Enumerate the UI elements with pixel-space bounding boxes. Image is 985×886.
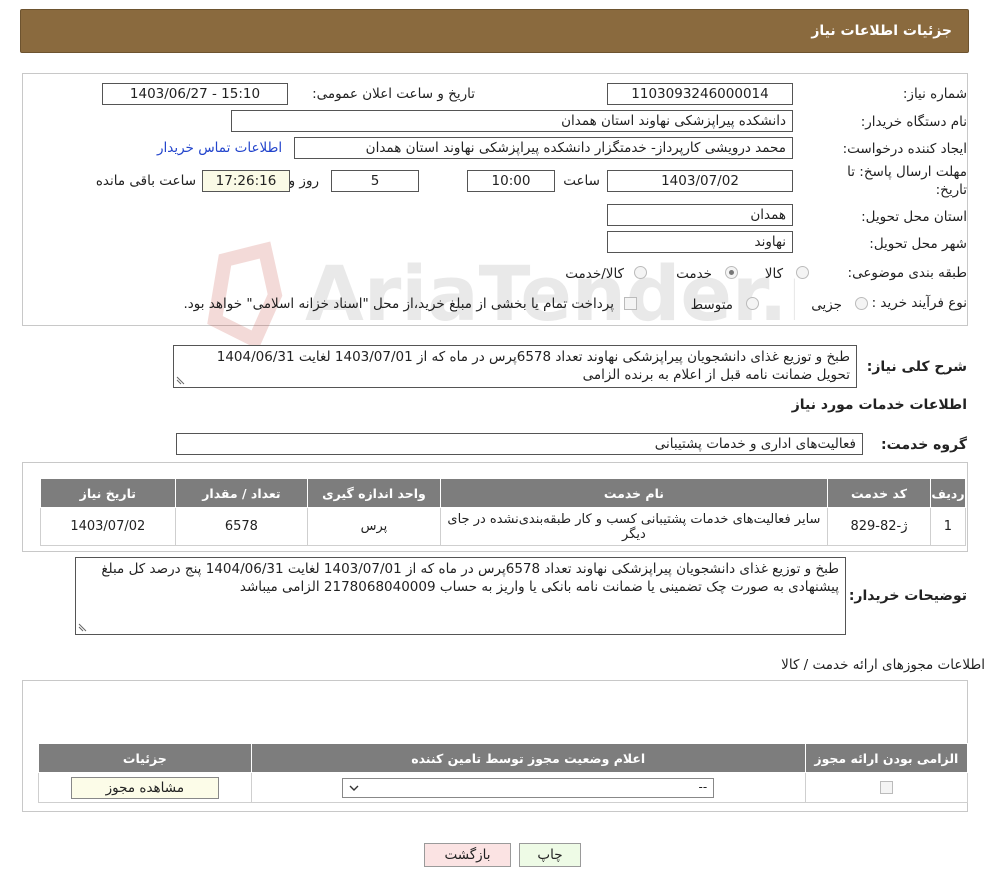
page-header: جزئیات اطلاعات نیاز [20, 9, 969, 53]
service-group-field: فعالیت‌های اداری و خدمات پشتیبانی [176, 433, 863, 455]
cell-unit: پرس [307, 507, 441, 546]
buyer-org-field: دانشکده پیراپزشکی نهاوند استان همدان [231, 110, 793, 132]
col-code: کد خدمت [827, 478, 931, 508]
cell-details: مشاهده مجوز [38, 772, 252, 803]
cell-date: 1403/07/02 [40, 507, 176, 546]
cell-code: ژ-82-829 [827, 507, 931, 546]
city-field: نهاوند [607, 231, 793, 253]
category-option-service: خدمت [676, 266, 712, 282]
creator-field: محمد درویشی کارپرداز- خدمتگزار دانشکده پ… [294, 137, 793, 159]
permit-status-select[interactable]: -- [342, 777, 715, 798]
col-index: ردیف [929, 478, 967, 508]
remaining-time-field: 17:26:16 [202, 170, 290, 192]
process-radio-minor[interactable] [855, 297, 868, 310]
deadline-label: مهلت ارسال پاسخ: تا [847, 164, 967, 180]
creator-label: ایجاد کننده درخواست: [842, 141, 967, 157]
back-button[interactable]: بازگشت [424, 843, 511, 867]
category-radio-service[interactable] [725, 266, 738, 279]
deadline-date-label: تاریخ: [935, 182, 967, 198]
table-row: 1 ژ-82-829 سایر فعالیت‌های خدمات پشتیبان… [40, 507, 967, 546]
process-option-medium: متوسط [690, 297, 733, 313]
chevron-down-icon [349, 785, 359, 791]
view-permit-button[interactable]: مشاهده مجوز [70, 776, 219, 799]
deadline-time-field: 10:00 [467, 170, 555, 192]
col-status: اعلام وضعیت مجوز توسط تامین کننده [250, 743, 806, 773]
cell-index: 1 [929, 507, 967, 546]
services-table-header: ردیف کد خدمت نام خدمت واحد اندازه گیری ت… [40, 478, 967, 508]
deadline-hour-label: ساعت [563, 173, 600, 189]
col-qty: تعداد / مقدار [174, 478, 309, 508]
col-date: تاریخ نیاز [40, 478, 176, 508]
buyer-notes-label: توضیحات خریدار: [848, 588, 967, 604]
treasury-note: پرداخت تمام یا بخشی از مبلغ خرید،از محل … [183, 296, 614, 312]
summary-text: طبخ و توزیع غذای دانشجویان پیراپزشکی نها… [216, 349, 850, 383]
category-label: طبقه بندی موضوعی: [847, 265, 967, 281]
days-field: 5 [331, 170, 419, 192]
need-number-label: شماره نیاز: [902, 86, 967, 102]
table-row: -- مشاهده مجوز [38, 772, 969, 803]
print-button[interactable]: چاپ [519, 843, 581, 867]
buyer-notes-text: طبخ و توزیع غذای دانشجویان پیراپزشکی نها… [101, 561, 839, 595]
col-details: جزئیات [38, 743, 252, 773]
col-required: الزامی بودن ارائه مجوز [804, 743, 969, 773]
process-label: نوع فرآیند خرید : [871, 295, 967, 311]
select-value: -- [698, 779, 708, 794]
treasury-checkbox[interactable] [624, 297, 637, 310]
category-radio-goods[interactable] [796, 266, 809, 279]
permits-section-title: اطلاعات مجوزهای ارائه خدمت / کالا [781, 657, 985, 673]
permits-table-header: الزامی بودن ارائه مجوز اعلام وضعیت مجوز … [38, 743, 969, 773]
page-title: جزئیات اطلاعات نیاز [811, 23, 952, 39]
services-section-title: اطلاعات خدمات مورد نیاز [791, 397, 967, 413]
province-field: همدان [607, 204, 793, 226]
resize-grip-icon[interactable] [78, 622, 88, 632]
required-checkbox [879, 781, 893, 794]
buyer-contact-link[interactable]: اطلاعات تماس خریدار [157, 140, 282, 156]
process-radio-medium[interactable] [746, 297, 759, 310]
service-group-label: گروه خدمت: [881, 437, 967, 453]
col-name: نام خدمت [439, 478, 829, 508]
announce-field: 1403/06/27 - 15:10 [102, 83, 288, 105]
permits-table: الزامی بودن ارائه مجوز اعلام وضعیت مجوز … [38, 743, 969, 803]
buyer-org-label: نام دستگاه خریدار: [860, 114, 967, 130]
announce-label: تاریخ و ساعت اعلان عمومی: [312, 86, 475, 102]
days-label: روز و [288, 173, 319, 189]
summary-label: شرح کلی نیاز: [866, 359, 967, 375]
resize-grip-icon[interactable] [176, 375, 186, 385]
need-number-field: 1103093246000014 [607, 83, 793, 105]
category-option-goods: کالا [764, 266, 783, 282]
col-unit: واحد اندازه گیری [307, 478, 441, 508]
summary-textarea[interactable]: طبخ و توزیع غذای دانشجویان پیراپزشکی نها… [173, 345, 857, 388]
deadline-date-field: 1403/07/02 [607, 170, 793, 192]
buyer-notes-textarea[interactable]: طبخ و توزیع غذای دانشجویان پیراپزشکی نها… [75, 557, 846, 635]
cell-required [804, 772, 969, 803]
cell-name: سایر فعالیت‌های خدمات پشتیبانی کسب و کار… [439, 507, 829, 546]
process-option-minor: جزیی [811, 297, 842, 313]
category-radio-both[interactable] [634, 266, 647, 279]
province-label: استان محل تحویل: [861, 209, 967, 225]
category-option-both: کالا/خدمت [565, 266, 624, 282]
cell-status: -- [250, 772, 806, 803]
services-table: ردیف کد خدمت نام خدمت واحد اندازه گیری ت… [40, 478, 967, 546]
city-label: شهر محل تحویل: [869, 236, 967, 252]
cell-qty: 6578 [174, 507, 309, 546]
remaining-label: ساعت باقی مانده [95, 173, 196, 189]
